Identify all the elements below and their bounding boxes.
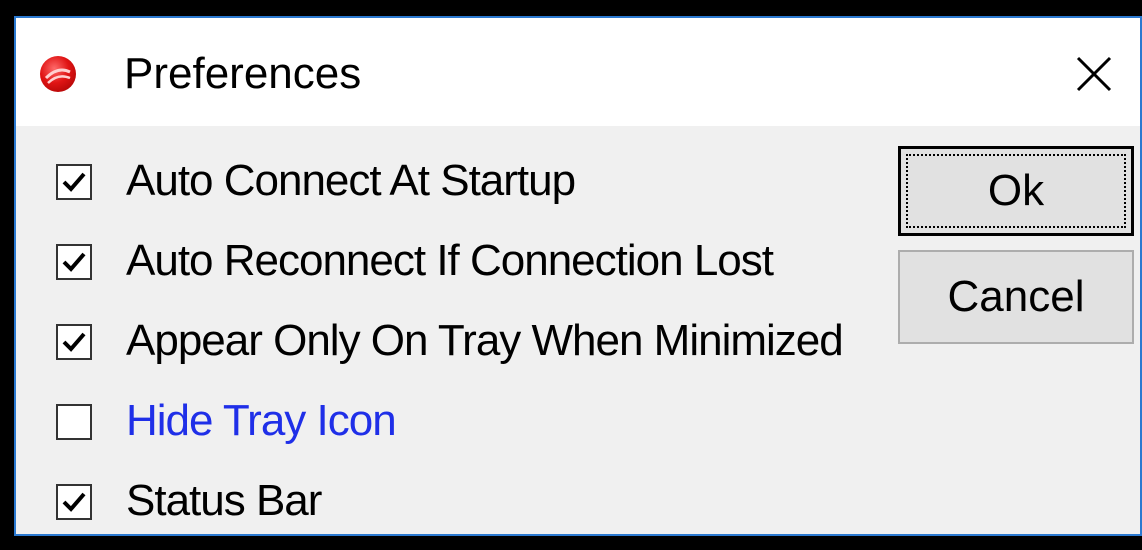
hide-tray-icon-label[interactable]: Hide Tray Icon: [126, 390, 397, 452]
auto-reconnect-label[interactable]: Auto Reconnect If Connection Lost: [126, 230, 774, 292]
checkmark-icon: [62, 492, 86, 512]
red-globe-icon: [40, 56, 76, 92]
cancel-button[interactable]: Cancel: [898, 250, 1134, 344]
options-list: Auto Connect At Startup Auto Reconnect I…: [56, 150, 876, 550]
option-hide-tray-icon[interactable]: Hide Tray Icon: [56, 390, 876, 470]
close-icon[interactable]: [1064, 44, 1124, 104]
tray-minimized-label[interactable]: Appear Only On Tray When Minimized: [126, 310, 844, 372]
option-status-bar[interactable]: Status Bar: [56, 470, 876, 550]
window-title: Preferences: [124, 49, 362, 98]
cancel-button-label: Cancel: [947, 272, 1085, 321]
auto-connect-checkbox[interactable]: [56, 164, 92, 200]
ok-button[interactable]: Ok: [898, 146, 1134, 236]
title-bar: Preferences: [16, 18, 1140, 126]
auto-reconnect-checkbox[interactable]: [56, 244, 92, 280]
checkmark-icon: [62, 332, 86, 352]
status-bar-checkbox[interactable]: [56, 484, 92, 520]
ok-button-label: Ok: [987, 166, 1045, 215]
preferences-dialog: Preferences Auto Connect At Startup Auto…: [14, 16, 1142, 536]
option-auto-reconnect[interactable]: Auto Reconnect If Connection Lost: [56, 230, 876, 310]
option-auto-connect[interactable]: Auto Connect At Startup: [56, 150, 876, 230]
option-tray-minimized[interactable]: Appear Only On Tray When Minimized: [56, 310, 876, 390]
tray-minimized-checkbox[interactable]: [56, 324, 92, 360]
hide-tray-icon-checkbox[interactable]: [56, 404, 92, 440]
checkmark-icon: [62, 172, 86, 192]
status-bar-label[interactable]: Status Bar: [126, 470, 322, 532]
close-button[interactable]: [1064, 44, 1124, 104]
auto-connect-label[interactable]: Auto Connect At Startup: [126, 150, 576, 212]
checkmark-icon: [62, 252, 86, 272]
